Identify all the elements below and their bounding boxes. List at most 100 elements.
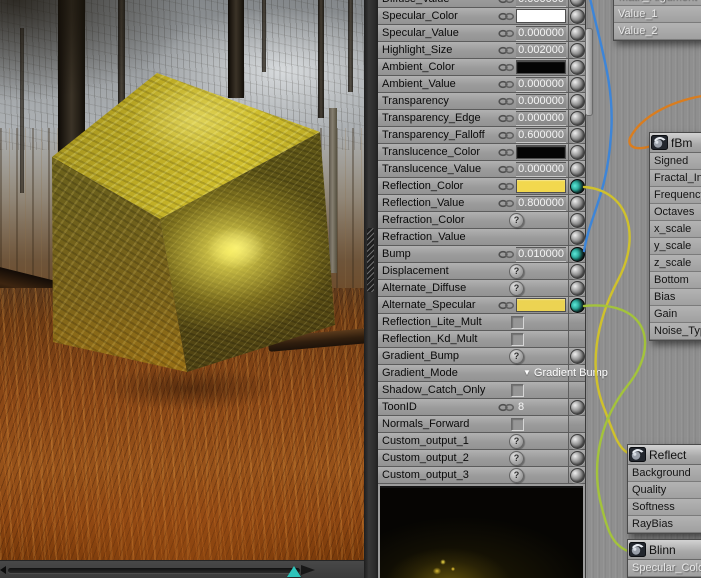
node-socket[interactable]: Signed <box>650 153 701 170</box>
connector-bullet[interactable] <box>569 212 585 228</box>
node-socket[interactable]: RayBias <box>628 516 701 533</box>
connector-bullet[interactable] <box>569 59 585 75</box>
node-socket[interactable]: Fractal_Increment <box>650 170 701 187</box>
color-swatch[interactable] <box>516 298 566 312</box>
checkbox[interactable] <box>511 383 524 397</box>
connector-bullet[interactable] <box>569 246 585 262</box>
checkbox[interactable] <box>511 332 524 346</box>
node-socket[interactable]: Quality <box>628 482 701 499</box>
value-field[interactable]: 0.010000 <box>516 246 566 262</box>
param-label: Gradient_Mode <box>382 367 458 379</box>
param-label: Translucence_Color <box>382 146 481 158</box>
node-socket[interactable]: Gain <box>650 306 701 323</box>
value-field[interactable]: 8 <box>518 401 524 413</box>
connector-bullet[interactable] <box>569 127 585 143</box>
unknown-type-button[interactable]: ? <box>509 450 524 466</box>
unknown-type-button[interactable]: ? <box>509 212 524 228</box>
unknown-type-button[interactable]: ? <box>509 280 524 296</box>
link-icon <box>498 63 515 72</box>
connector-bullet[interactable] <box>569 399 585 415</box>
connector-bullet[interactable] <box>569 348 585 364</box>
value-field[interactable]: 0.000000 <box>516 0 566 7</box>
param-row-custom_output_3: Custom_output_3? <box>378 467 585 484</box>
node-fbm[interactable]: fBm SignedFractal_IncrementFrequencyOctav… <box>649 132 701 341</box>
node-socket[interactable]: Specular_Color <box>628 560 701 577</box>
node-socket[interactable]: Value_2 <box>614 23 701 40</box>
value-field[interactable]: 0.000000 <box>516 161 566 177</box>
dropdown-arrow-icon: ▼ <box>523 368 531 377</box>
node-header[interactable]: Reflect <box>628 445 701 465</box>
node-socket[interactable]: Background <box>628 465 701 482</box>
connector-bullet[interactable] <box>569 110 585 126</box>
node-reflect[interactable]: Reflect Background Quality Softness RayBias <box>627 444 701 534</box>
node-header[interactable]: Blinn <box>628 540 701 560</box>
connector-bullet[interactable] <box>569 263 585 279</box>
checkbox[interactable] <box>511 315 524 329</box>
connector-bullet[interactable] <box>569 161 585 177</box>
scrub-slider-track[interactable] <box>8 568 300 573</box>
connector-bullet[interactable] <box>569 433 585 449</box>
connector-bullet[interactable] <box>569 25 585 41</box>
connector-bullet[interactable] <box>569 229 585 245</box>
value-field[interactable]: 0.600000 <box>516 127 566 143</box>
param-label: Reflection_Value <box>382 197 465 209</box>
node-socket[interactable]: y_scale <box>650 238 701 255</box>
shader-brick-icon <box>651 135 668 150</box>
node-socket[interactable]: Value_1 <box>614 6 701 23</box>
param-row-bump: Bump 0.010000 <box>378 246 585 263</box>
connector-bullet[interactable] <box>569 0 585 7</box>
node-socket[interactable]: Octaves <box>650 204 701 221</box>
connector-bullet[interactable] <box>569 297 585 313</box>
connector-bullet[interactable] <box>569 195 585 211</box>
connector-bullet[interactable] <box>569 144 585 160</box>
param-row-refraction_value: Refraction_Value <box>378 229 585 246</box>
param-label: Shadow_Catch_Only <box>382 384 486 396</box>
value-field[interactable]: 0.000000 <box>516 93 566 109</box>
connector-bullet[interactable] <box>569 178 585 194</box>
color-swatch[interactable] <box>516 60 566 74</box>
color-swatch[interactable] <box>516 9 566 23</box>
node-socket[interactable]: Bottom <box>650 272 701 289</box>
unknown-type-button[interactable]: ? <box>509 433 524 449</box>
link-icon <box>498 0 515 4</box>
value-field[interactable]: 0.000000 <box>516 76 566 92</box>
value-field[interactable]: 0.800000 <box>516 195 566 211</box>
divider-grip-handle[interactable] <box>367 228 374 292</box>
connector-bullet[interactable] <box>569 280 585 296</box>
connector-bullet[interactable] <box>569 76 585 92</box>
link-icon <box>498 29 515 38</box>
node-socket[interactable]: Frequency <box>650 187 701 204</box>
dropdown[interactable]: ▼ Gradient Bump <box>523 367 608 379</box>
value-field[interactable]: 0.000000 <box>516 110 566 126</box>
connector-bullet[interactable] <box>569 93 585 109</box>
link-icon <box>498 165 515 174</box>
connector-bullet[interactable] <box>569 8 585 24</box>
connector-bullet[interactable] <box>569 42 585 58</box>
node-socket[interactable]: Bias <box>650 289 701 306</box>
unknown-type-button[interactable]: ? <box>509 467 524 483</box>
scrub-slider-thumb[interactable] <box>287 566 301 577</box>
param-row-displacement: Displacement? <box>378 263 585 280</box>
node-socket[interactable]: x_scale <box>650 221 701 238</box>
scrub-left-arrow-icon[interactable] <box>0 566 6 574</box>
color-swatch[interactable] <box>516 145 566 159</box>
unknown-type-button[interactable]: ? <box>509 348 524 364</box>
connector-bullet[interactable] <box>569 467 585 483</box>
value-field[interactable]: 0.002000 <box>516 42 566 58</box>
node-header[interactable]: fBm <box>650 133 701 153</box>
scrollbar-thumb[interactable] <box>585 28 593 116</box>
value-field[interactable]: 0.000000 <box>516 25 566 41</box>
node-math-value[interactable]: Math_ArgumentValue_1Value_2 <box>613 0 701 41</box>
unknown-type-button[interactable]: ? <box>509 263 524 279</box>
node-socket[interactable]: Softness <box>628 499 701 516</box>
color-swatch[interactable] <box>516 179 566 193</box>
connector-bullet[interactable] <box>569 450 585 466</box>
checkbox[interactable] <box>511 417 524 431</box>
param-label: Custom_output_1 <box>382 435 469 447</box>
scrub-right-arrow-icon[interactable] <box>301 565 315 575</box>
node-blinn[interactable]: Blinn Specular_Color <box>627 539 701 578</box>
param-label: Alternate_Specular <box>382 299 476 311</box>
param-row-custom_output_2: Custom_output_2? <box>378 450 585 467</box>
node-socket[interactable]: Noise_Type <box>650 323 701 340</box>
node-socket[interactable]: z_scale <box>650 255 701 272</box>
